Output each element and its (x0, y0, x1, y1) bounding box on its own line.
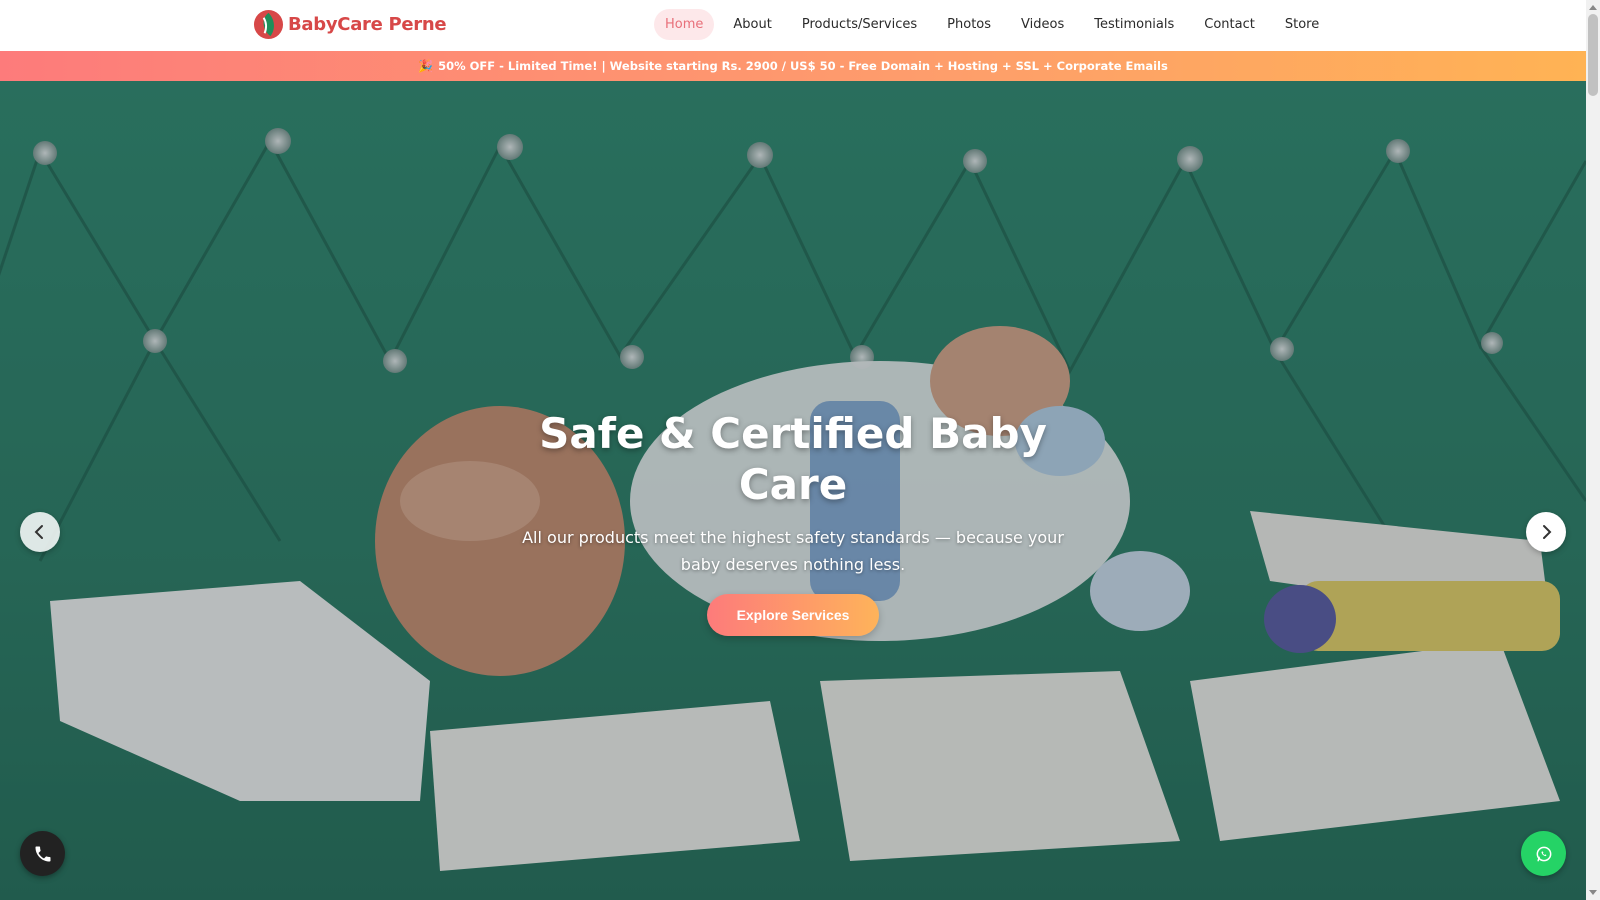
explore-services-button[interactable]: Explore Services (706, 594, 880, 636)
main-nav: Home About Products/Services Photos Vide… (650, 9, 1334, 40)
chevron-left-icon (34, 525, 43, 539)
hero-content: Safe & Certified Baby Care All our produ… (500, 408, 1086, 636)
hero-title: Safe & Certified Baby Care (539, 409, 1047, 509)
leaf-drop-logo-icon (253, 9, 284, 40)
nav-contact[interactable]: Contact (1193, 9, 1266, 40)
page-scrollbar[interactable] (1586, 0, 1600, 900)
nav-videos[interactable]: Videos (1010, 9, 1075, 40)
hero-subtitle: All our products meet the highest safety… (522, 528, 1064, 574)
whatsapp-button[interactable] (1521, 831, 1566, 876)
nav-home[interactable]: Home (654, 9, 715, 40)
promo-text: 50% OFF - Limited Time! | Website starti… (438, 59, 1168, 73)
hero-slider: Safe & Certified Baby Care All our produ… (0, 81, 1586, 900)
party-popper-icon: 🎉 (418, 59, 434, 73)
nav-testimonials[interactable]: Testimonials (1083, 9, 1185, 40)
scroll-down-arrow[interactable] (1586, 886, 1600, 900)
slider-next-button[interactable] (1526, 512, 1566, 552)
chevron-right-icon (1543, 525, 1552, 539)
phone-icon (35, 846, 50, 861)
scroll-thumb[interactable] (1588, 14, 1598, 96)
scroll-up-arrow[interactable] (1586, 0, 1600, 14)
site-header: BabyCare Perne Home About Products/Servi… (0, 0, 1586, 52)
whatsapp-icon (1536, 846, 1551, 861)
nav-products-services[interactable]: Products/Services (791, 9, 928, 40)
nav-about[interactable]: About (722, 9, 782, 40)
nav-store[interactable]: Store (1274, 9, 1330, 40)
slider-prev-button[interactable] (20, 512, 60, 552)
nav-photos[interactable]: Photos (936, 9, 1002, 40)
promo-banner[interactable]: 🎉 50% OFF - Limited Time! | Website star… (0, 51, 1586, 81)
brand-name: BabyCare Perne (288, 14, 447, 35)
call-button[interactable] (20, 831, 65, 876)
brand-logo[interactable]: BabyCare Perne (253, 9, 447, 40)
